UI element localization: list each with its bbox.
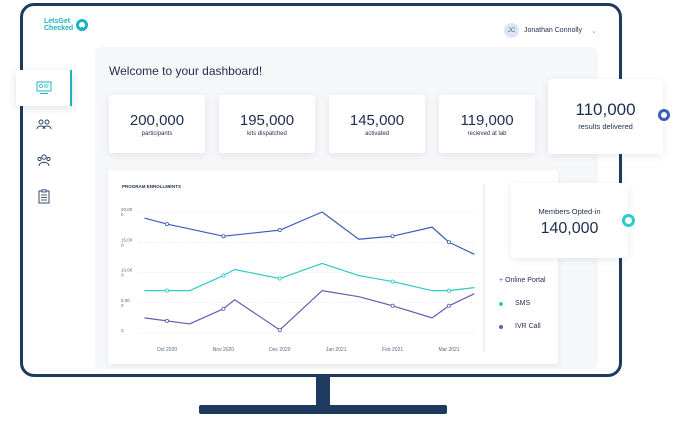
series-line-ivr-call: [144, 290, 475, 331]
data-point-ivr-call: [446, 303, 451, 308]
y-tick-label-part: 0: [121, 242, 124, 247]
data-point-online-portal: [277, 228, 282, 233]
y-tick-label-part: 0: [121, 328, 124, 333]
x-tick-label: Feb 2021: [382, 347, 403, 353]
y-tick-label: 10,00 0: [121, 268, 133, 278]
plus-icon: +: [499, 277, 504, 284]
data-point-ivr-call: [164, 318, 169, 323]
x-tick-label: Jan 2021: [326, 347, 347, 353]
x-tick-label: Nov 2020: [213, 347, 235, 353]
data-point-sms: [390, 279, 395, 284]
data-point-online-portal: [221, 234, 226, 239]
data-point-sms: [221, 273, 226, 278]
y-tick-label-part: 0: [121, 212, 124, 217]
x-tick-label: Dec 2020: [269, 347, 291, 353]
legend-dot: [499, 324, 503, 329]
data-point-ivr-call: [221, 306, 226, 311]
legend-item-sms[interactable]: SMS: [499, 300, 530, 307]
legend-item-ivr-call[interactable]: IVR Call: [499, 323, 541, 330]
opted-in-indicator-icon: [622, 214, 635, 227]
data-point-sms: [446, 288, 451, 293]
legend-label: Online Portal: [505, 277, 546, 284]
data-point-sms: [277, 276, 282, 281]
legend-dot: [499, 301, 503, 306]
x-tick-label: Oct 2020: [157, 347, 178, 353]
y-tick-label: 20,00 0: [121, 207, 133, 217]
x-tick-label: Mar 2021: [438, 347, 459, 353]
data-point-ivr-call: [390, 303, 395, 308]
legend-label: SMS: [515, 300, 531, 307]
y-tick-label-part: 0: [121, 273, 124, 278]
data-point-online-portal: [446, 240, 451, 245]
data-point-online-portal: [164, 222, 169, 227]
y-tick-label: 15,00 0: [121, 237, 133, 247]
legend-item-online-portal[interactable]: + Online Portal: [499, 277, 546, 284]
series-line-online-portal: [144, 211, 475, 255]
y-tick-label: 0: [121, 328, 124, 333]
data-point-online-portal: [390, 234, 395, 239]
opted-in-value: 140,000: [540, 220, 599, 237]
opted-in-label: Members Opted-in: [538, 207, 601, 216]
y-tick-label-part: 0: [121, 303, 124, 308]
legend-label: IVR Call: [515, 323, 541, 330]
y-tick-label: 5,00 0: [121, 298, 130, 308]
data-point-sms: [164, 288, 169, 293]
series-line-sms: [144, 262, 475, 292]
members-opted-in-card: Members Opted-in 140,000: [511, 183, 628, 258]
data-point-ivr-call: [277, 327, 282, 332]
